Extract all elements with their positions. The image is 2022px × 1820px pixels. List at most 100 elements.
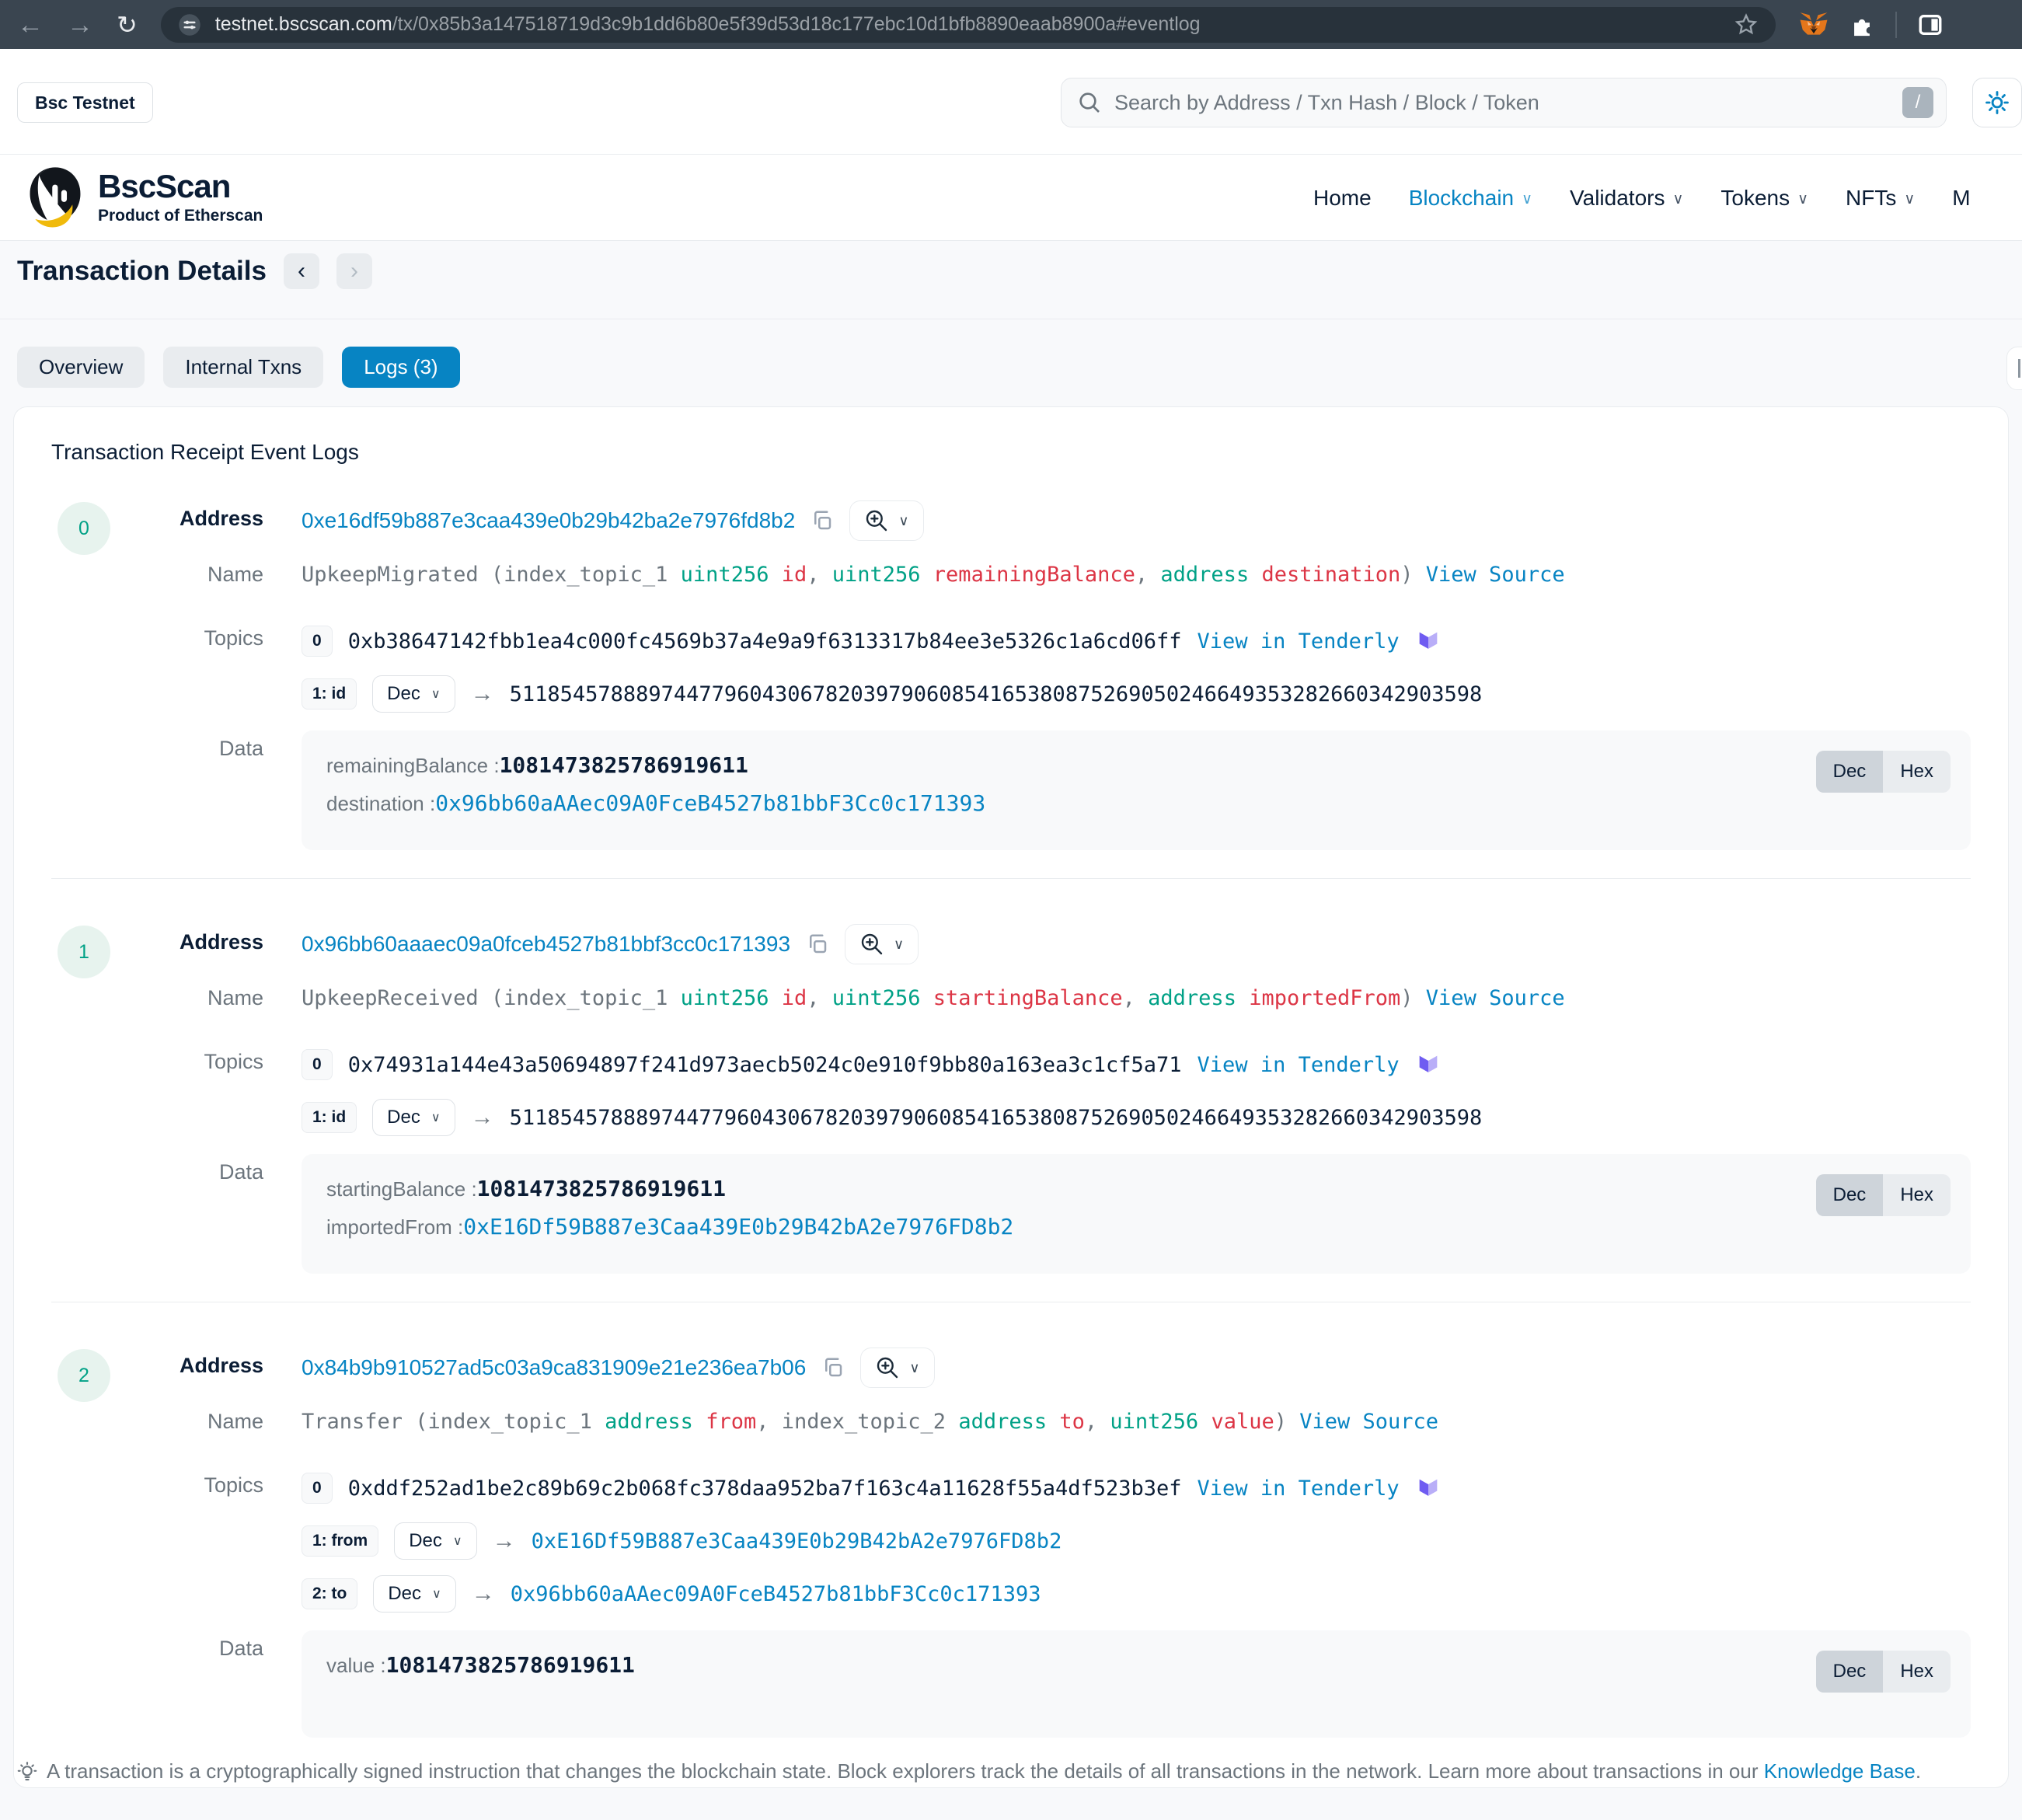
reload-icon[interactable]: ↻ [117,12,138,37]
page-title-row: Transaction Details ‹ › [17,253,372,289]
data-field-label: destination : [326,792,435,816]
topic-index-badge: 0 [302,626,333,657]
url-text: testnet.bscscan.com/tx/0x85b3a147518719d… [215,13,1201,36]
address-filter-dropdown[interactable]: ∨ [849,500,923,541]
view-source-link[interactable]: View Source [1299,1410,1438,1434]
network-badge[interactable]: Bsc Testnet [17,82,153,123]
log-index-badge: 1 [58,926,110,978]
event-signature: UpkeepReceived (index_topic_1 uint256 id… [302,980,1971,1013]
dec-toggle-button[interactable]: Dec [1816,1174,1884,1216]
nav-item-blockchain[interactable]: Blockchain∨ [1409,186,1532,211]
forward-icon[interactable]: → [67,12,93,38]
side-panel-icon[interactable] [1917,12,1944,38]
topic-row: 1: fromDec∨→0xE16Df59B887e3Caa439E0b29B4… [302,1520,1971,1562]
address-filter-dropdown[interactable]: ∨ [860,1348,934,1388]
topic-decode-select[interactable]: Dec∨ [372,675,455,713]
log-address-link[interactable]: 0x84b9b910527ad5c03a9ca831909e21e236ea7b… [302,1355,806,1380]
data-row: startingBalance : 1081473825786919611 [326,1176,1946,1201]
footer-text: A transaction is a cryptographically sig… [47,1759,1921,1783]
hex-toggle-button[interactable]: Hex [1883,751,1951,793]
signature-token: to [1059,1410,1085,1434]
data-box: remainingBalance : 1081473825786919611de… [302,730,1971,850]
brand-name: BscScan [98,168,263,205]
signature-token: address [605,1410,706,1434]
data-label: Data [51,1154,263,1184]
view-source-link[interactable]: View Source [1426,986,1565,1010]
logs-container: 0Address0xe16df59b887e3caa439e0b29b42ba2… [51,500,1971,1738]
topic-address-link[interactable]: 0x96bb60aAAec09A0FceB4527b81bbF3Cc0c1713… [511,1582,1041,1606]
nav-item-validators[interactable]: Validators∨ [1570,186,1683,211]
topic-value: 0x74931a144e43a50694897f241d973aecb5024c… [348,1053,1182,1077]
view-in-tenderly-link[interactable]: View in Tenderly [1198,1053,1400,1077]
tools-button-partial[interactable] [2006,347,2022,390]
site-info-icon[interactable] [178,13,201,37]
topics-label: Topics [51,620,263,650]
data-field-label: value : [326,1654,386,1678]
topic-decode-select[interactable]: Dec∨ [373,1575,455,1613]
signature-token: from [706,1410,756,1434]
data-field-label: startingBalance : [326,1177,477,1201]
log-divider [51,878,1971,879]
metamask-extension-icon[interactable] [1799,11,1829,39]
topic-address-link[interactable]: 0xE16Df59B887e3Caa439E0b29B42bA2e7976FD8… [532,1529,1062,1553]
signature-token: UpkeepMigrated (index_topic_1 [302,563,681,587]
nav-item-home[interactable]: Home [1313,186,1372,211]
address-filter-dropdown[interactable]: ∨ [845,924,919,964]
data-address-link[interactable]: 0x96bb60aAAec09A0FceB4527b81bbF3Cc0c1713… [435,790,985,816]
search-input[interactable] [1114,91,1890,115]
address-bar[interactable]: testnet.bscscan.com/tx/0x85b3a147518719d… [161,7,1776,43]
log-address-link[interactable]: 0xe16df59b887e3caa439e0b29b42ba2e7976fd8… [302,508,795,533]
dec-hex-toggle: DecHex [1816,1174,1951,1216]
knowledge-base-link[interactable]: Knowledge Base [1764,1759,1916,1783]
nav-item-m[interactable]: M [1952,186,1970,211]
tenderly-icon [1415,1051,1442,1078]
event-signature: UpkeepMigrated (index_topic_1 uint256 id… [302,556,1971,589]
log-address-link[interactable]: 0x96bb60aaaec09a0fceb4527b81bbf3cc0c1713… [302,932,790,957]
data-address-link[interactable]: 0xE16Df59B887e3Caa439E0b29B42bA2e7976FD8… [463,1214,1013,1239]
nav-item-tokens[interactable]: Tokens∨ [1720,186,1808,211]
data-row: value : 1081473825786919611 [326,1652,1946,1678]
view-in-tenderly-link[interactable]: View in Tenderly [1198,1477,1400,1501]
copy-icon[interactable] [811,509,834,532]
browser-chrome: ← → ↻ testnet.bscscan.com/tx/0x85b3a1475… [0,0,2022,49]
signature-token: startingBalance [933,986,1123,1010]
theme-toggle-button[interactable] [1972,78,2022,127]
search-shortcut-badge: / [1902,87,1933,118]
hex-toggle-button[interactable]: Hex [1883,1651,1951,1693]
view-in-tenderly-link[interactable]: View in Tenderly [1198,629,1400,654]
signature-token: uint256 [832,563,933,587]
search-bar: / [1061,78,1947,127]
topic-row: 2: toDec∨→0x96bb60aAAec09A0FceB4527b81bb… [302,1573,1971,1615]
topic-decode-select[interactable]: Dec∨ [372,1099,455,1136]
dec-toggle-button[interactable]: Dec [1816,1651,1884,1693]
previous-transaction-button[interactable]: ‹ [284,253,319,289]
bookmark-star-icon[interactable] [1734,12,1759,37]
tenderly-icon [1415,628,1442,654]
url-path: /tx/0x85b3a147518719d3c9b1dd6b80e5f39d53… [392,13,1201,35]
next-transaction-button[interactable]: › [336,253,372,289]
decode-label: Dec [387,683,420,705]
view-source-link[interactable]: View Source [1426,563,1565,587]
signature-token: Transfer (index_topic_1 [302,1410,605,1434]
event-log: 0Address0xe16df59b887e3caa439e0b29b42ba2… [51,500,1971,850]
brand-logo[interactable]: BscScan Product of Etherscan [23,165,263,228]
copy-icon[interactable] [821,1356,845,1379]
signature-token: value [1211,1410,1274,1434]
dec-toggle-button[interactable]: Dec [1816,751,1884,793]
sun-icon [1984,89,2010,116]
hex-toggle-button[interactable]: Hex [1883,1174,1951,1216]
signature-token: , [756,1410,782,1434]
tab-internal-txns[interactable]: Internal Txns [163,347,323,388]
topic-decode-select[interactable]: Dec∨ [394,1522,476,1560]
tab-overview[interactable]: Overview [17,347,145,388]
back-icon[interactable]: ← [17,12,44,38]
tab-logs-3-[interactable]: Logs (3) [342,347,459,388]
arrow-right-icon: → [472,1581,495,1607]
topic-index-badge: 1: id [302,1102,357,1133]
nav-item-nfts[interactable]: NFTs∨ [1846,186,1915,211]
nav-item-label: Blockchain [1409,186,1514,211]
data-value: 1081473825786919611 [477,1176,726,1201]
copy-icon[interactable] [806,933,829,956]
extensions-puzzle-icon[interactable] [1849,12,1875,38]
signature-token: id [782,986,807,1010]
